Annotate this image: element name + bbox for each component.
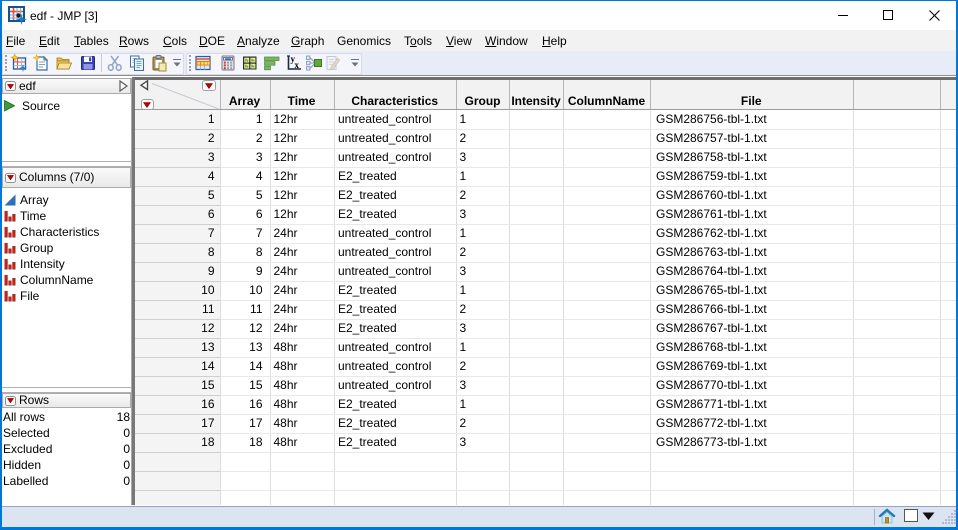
svg-text:x: x	[295, 60, 300, 70]
